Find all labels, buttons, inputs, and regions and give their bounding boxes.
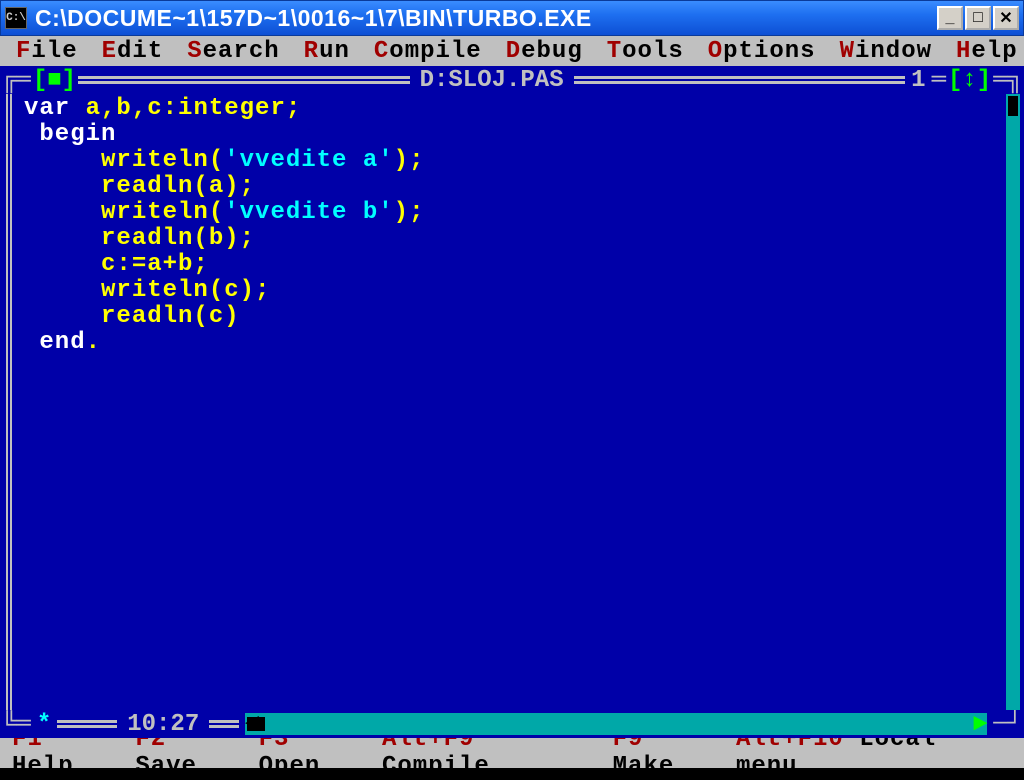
code-line[interactable]: end.	[24, 330, 1000, 356]
zoom-widget[interactable]: [↕]	[948, 67, 991, 94]
menu-file[interactable]: File	[6, 38, 88, 65]
statusbar: F1 HelpF2 SaveF3 OpenAlt+F9 CompileF9 Ma…	[0, 738, 1024, 768]
code-line[interactable]: c:=a+b;	[24, 252, 1000, 278]
code-line[interactable]: writeln(c);	[24, 278, 1000, 304]
code-editor[interactable]: var a,b,c:integer; begin writeln('vvedit…	[24, 94, 1000, 710]
window-number: 1	[907, 67, 929, 94]
editor-frame-bottom: ╚═ * 10:27 ◄ ► ─┘	[0, 710, 1024, 738]
frame-line	[57, 720, 117, 728]
menu-debug[interactable]: Debug	[496, 38, 593, 65]
horizontal-scrollbar[interactable]: ◄ ►	[245, 713, 987, 735]
editor-filename: D:SLOJ.PAS	[412, 67, 572, 94]
code-line[interactable]: var a,b,c:integer;	[24, 96, 1000, 122]
menu-run[interactable]: Run	[294, 38, 360, 65]
code-line[interactable]: begin	[24, 122, 1000, 148]
menu-tools[interactable]: Tools	[597, 38, 694, 65]
modified-icon: *	[33, 711, 55, 738]
hscroll-thumb[interactable]	[247, 717, 265, 731]
code-line[interactable]: readln(a);	[24, 174, 1000, 200]
hscroll-right-icon[interactable]: ►	[971, 713, 989, 735]
vertical-scrollbar[interactable]	[1006, 94, 1020, 710]
maximize-button[interactable]: □	[965, 6, 991, 30]
menu-window[interactable]: Window	[830, 38, 942, 65]
editor-frame-top: ╔═ [■] D:SLOJ.PAS 1 ═ [↕] ═╗	[0, 66, 1024, 94]
code-line[interactable]: readln(c)	[24, 304, 1000, 330]
code-line[interactable]: writeln('vvedite b');	[24, 200, 1000, 226]
code-line[interactable]: writeln('vvedite a');	[24, 148, 1000, 174]
menu-options[interactable]: Options	[698, 38, 826, 65]
window-title: C:\DOCUME~1\157D~1\0016~1\7\BIN\TURBO.EX…	[35, 5, 937, 32]
frame-corner-bl: ╚═	[0, 711, 33, 738]
frame-eq: ═	[930, 67, 948, 94]
menu-search[interactable]: Search	[177, 38, 289, 65]
minimize-button[interactable]: _	[937, 6, 963, 30]
code-body: var a,b,c:integer; begin writeln('vvedit…	[0, 94, 1024, 710]
frame-line	[574, 76, 906, 84]
menu-help[interactable]: Help	[946, 38, 1024, 65]
menu-compile[interactable]: Compile	[364, 38, 492, 65]
cursor-position: 10:27	[119, 711, 207, 738]
menubar: FileEditSearchRunCompileDebugToolsOption…	[0, 36, 1024, 66]
code-line[interactable]: readln(b);	[24, 226, 1000, 252]
app-icon: C:\	[5, 7, 27, 29]
frame-right	[1000, 94, 1024, 710]
titlebar[interactable]: C:\ C:\DOCUME~1\157D~1\0016~1\7\BIN\TURB…	[0, 0, 1024, 36]
frame-corner-tl: ╔═	[0, 67, 33, 94]
app-window: C:\ C:\DOCUME~1\157D~1\0016~1\7\BIN\TURB…	[0, 0, 1024, 768]
frame-line	[209, 720, 239, 728]
close-widget[interactable]: [■]	[33, 67, 76, 94]
editor-area: ╔═ [■] D:SLOJ.PAS 1 ═ [↕] ═╗ var a,b,c:i…	[0, 66, 1024, 738]
window-controls: _ □ ✕	[937, 6, 1019, 30]
resize-corner[interactable]: ─┘	[991, 711, 1024, 738]
close-button[interactable]: ✕	[993, 6, 1019, 30]
frame-line	[78, 76, 410, 84]
vscroll-thumb[interactable]	[1008, 96, 1018, 116]
frame-left	[6, 94, 24, 710]
frame-corner-tr: ═╗	[991, 67, 1024, 94]
menu-edit[interactable]: Edit	[92, 38, 174, 65]
